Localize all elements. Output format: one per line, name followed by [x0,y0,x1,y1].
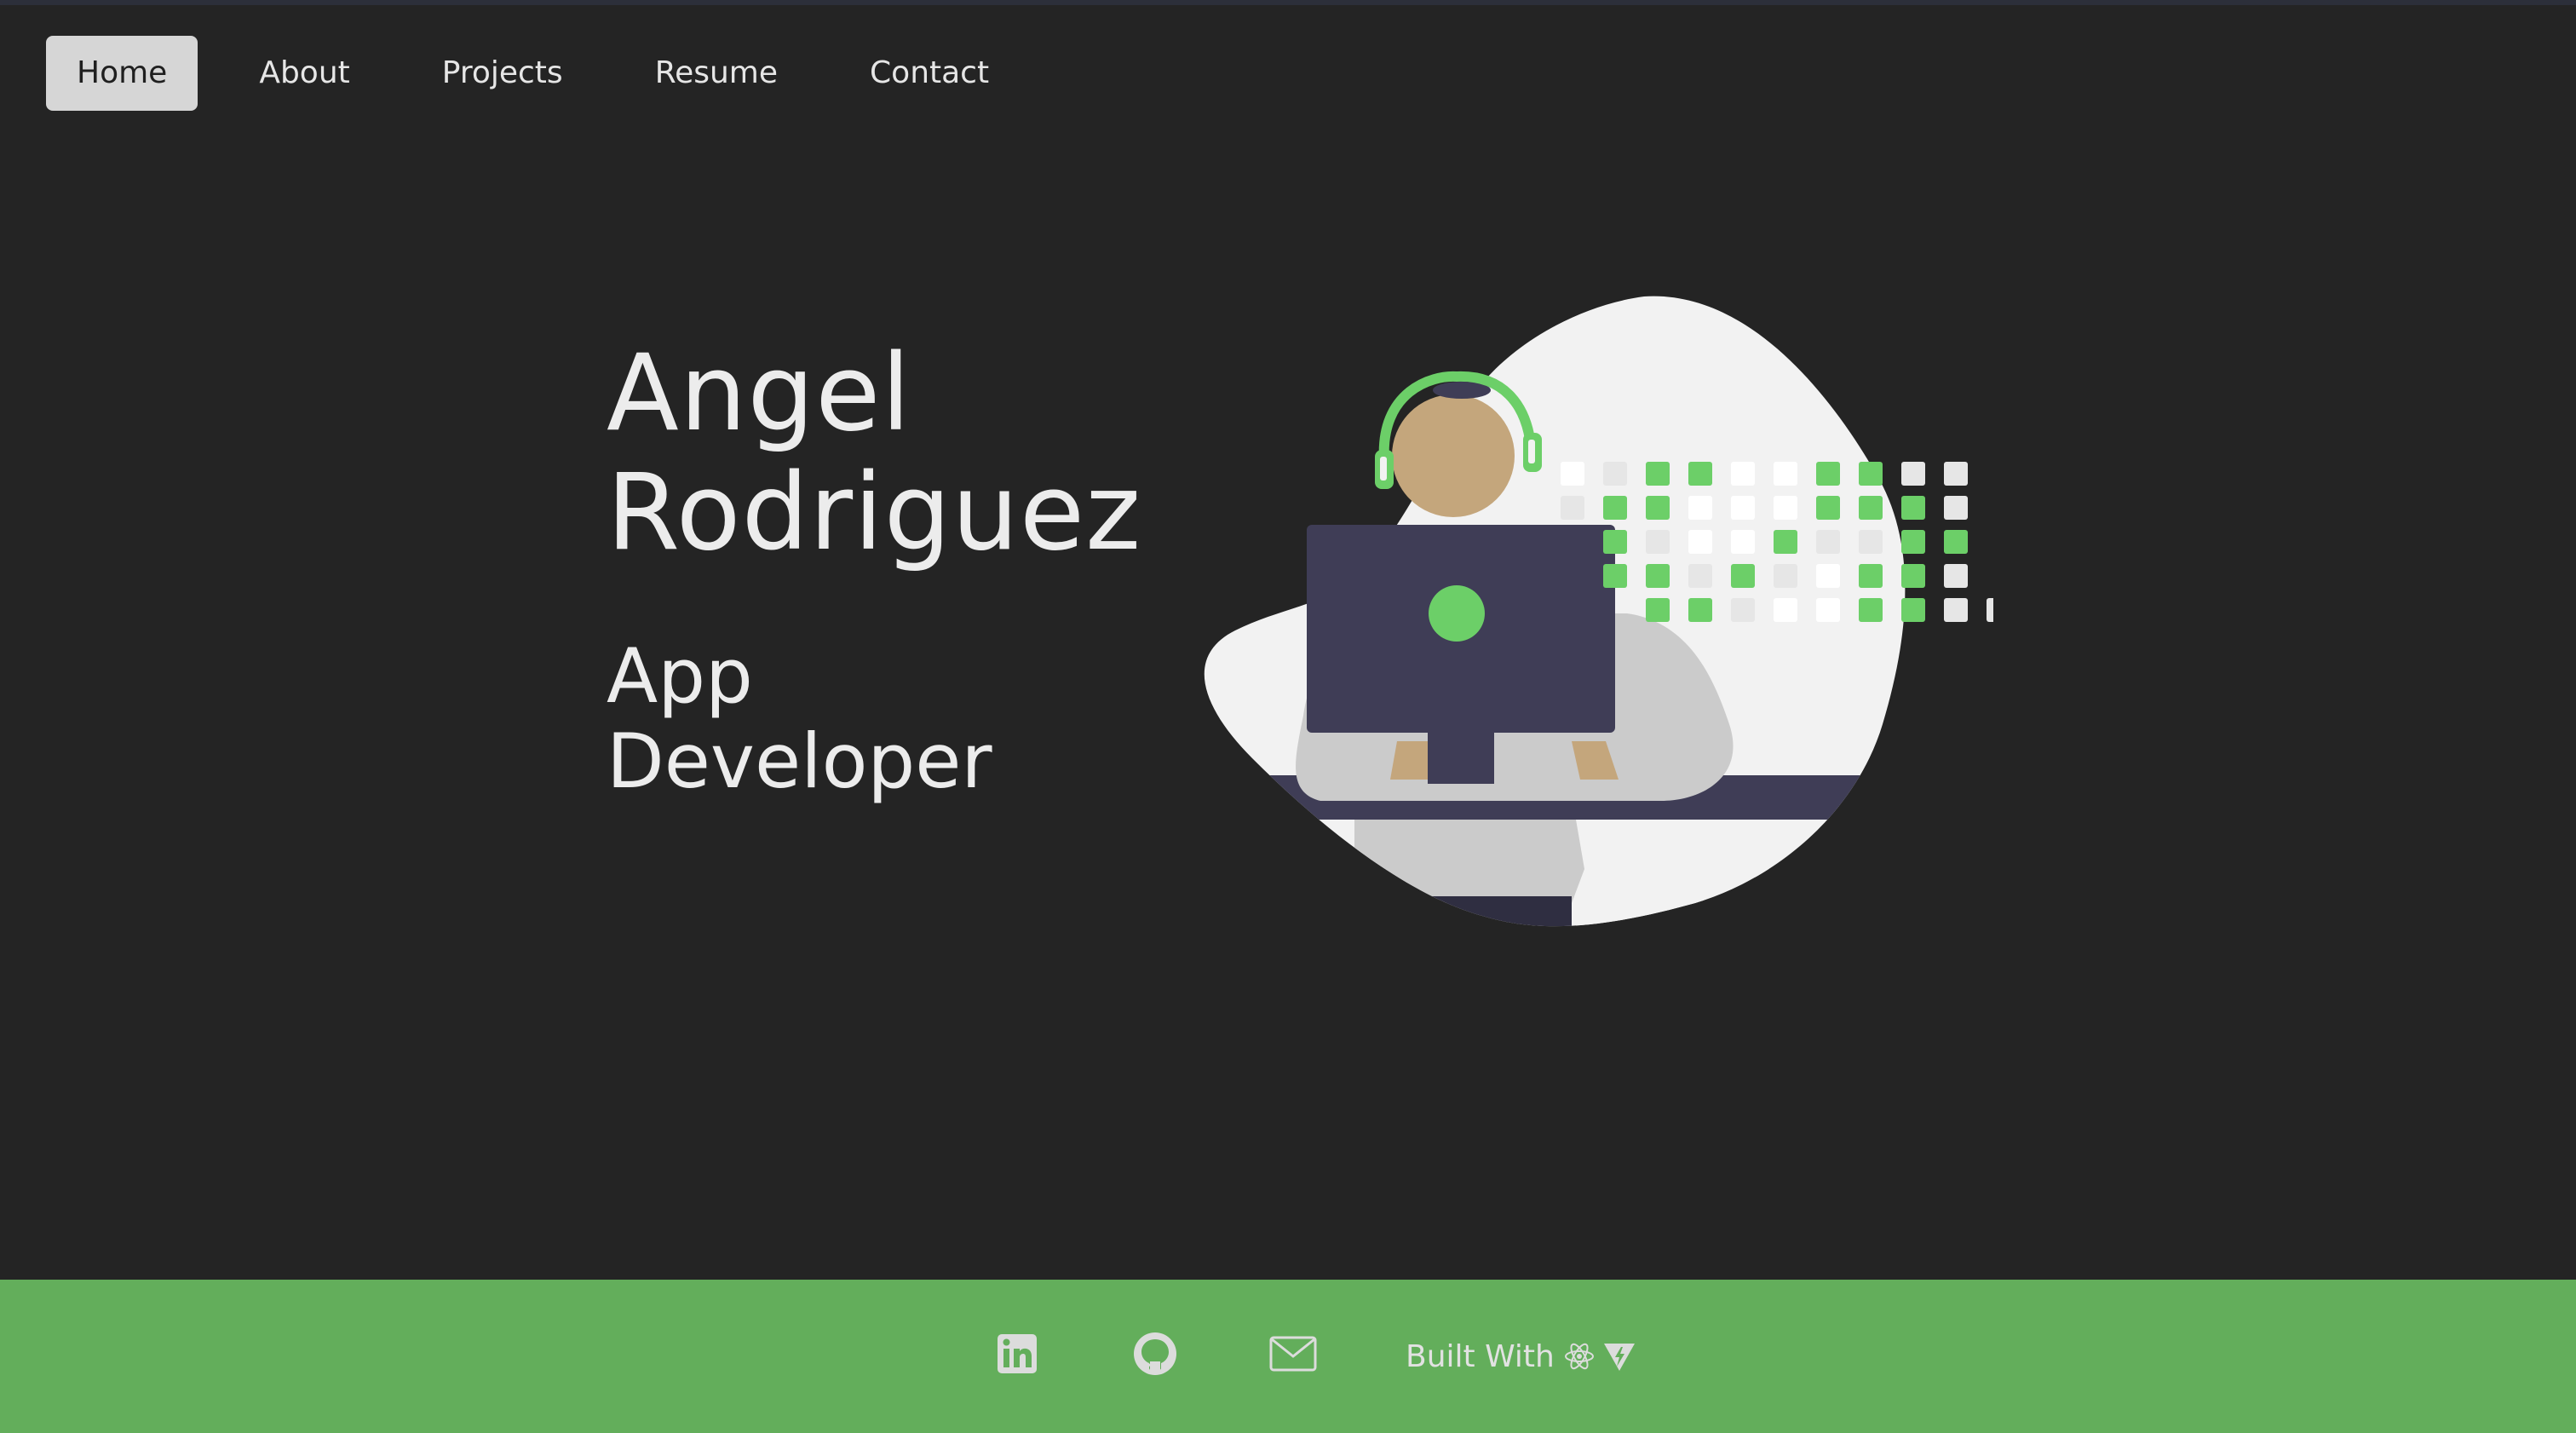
top-border [0,0,2576,5]
built-with: Built With [1406,1339,1636,1374]
nav-home-link[interactable]: Home [46,36,198,111]
linkedin-icon[interactable] [992,1328,1043,1379]
hero-role-line2: Developer [607,717,992,805]
react-icon [1564,1343,1594,1370]
built-with-label: Built With [1406,1338,1555,1374]
nav-resume-link[interactable]: Resume [624,36,808,111]
hero-first-name: Angel [607,332,911,455]
nav-about-link[interactable]: About [228,36,380,111]
nav-contact-link[interactable]: Contact [839,36,1020,111]
hero-role-line1: App [607,632,753,720]
hero-last-name: Rodriguez [607,452,1142,574]
github-icon[interactable] [1130,1328,1181,1379]
developer-at-computer-illustration [1204,296,1993,927]
hero-role: App Developer [607,634,992,804]
mail-icon[interactable] [1268,1328,1319,1379]
footer-links: Built With [992,1324,1636,1384]
hero-name: Angel Rodriguez [607,334,1141,573]
nav-projects-link[interactable]: Projects [411,36,594,111]
footer: Built With [0,1280,2576,1433]
vite-icon [1603,1344,1635,1371]
top-nav: Home About Projects Resume Contact [46,36,1050,111]
